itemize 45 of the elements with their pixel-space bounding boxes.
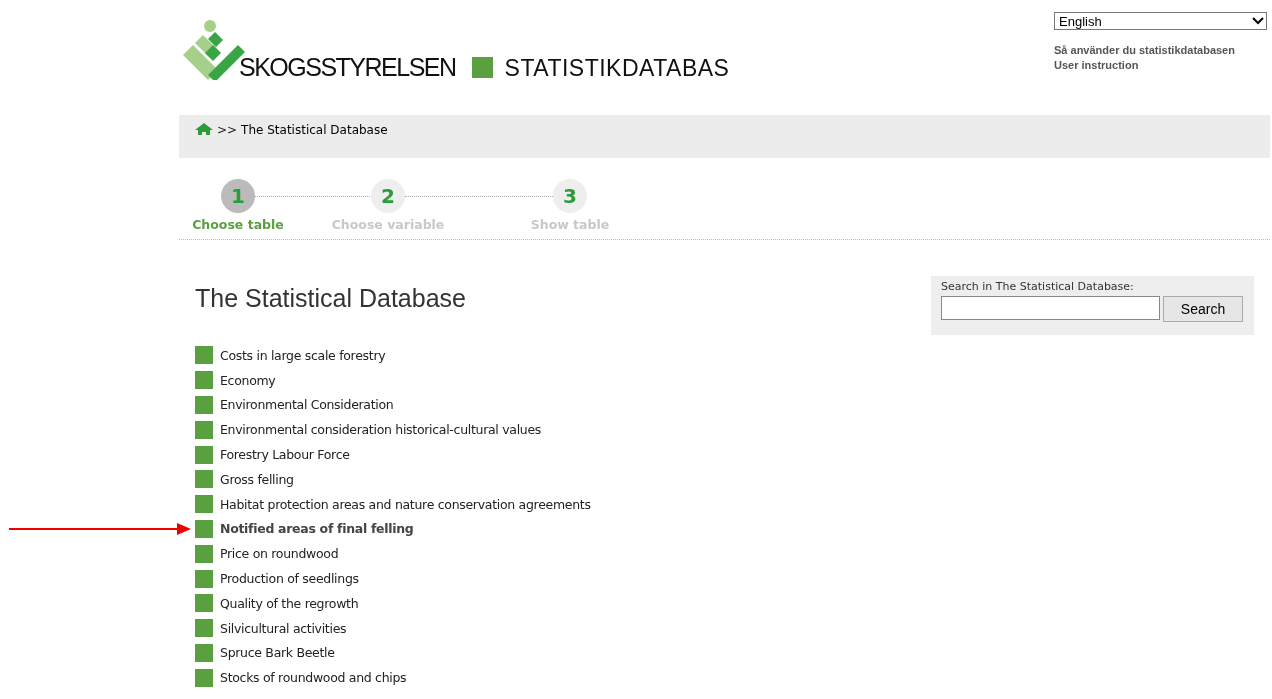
search-button[interactable]: Search <box>1163 296 1243 322</box>
language-select[interactable]: English <box>1054 12 1267 30</box>
bullet-icon <box>195 569 213 588</box>
bullet-icon <box>195 495 213 514</box>
table-link[interactable]: Quality of the regrowth <box>220 595 359 611</box>
table-link[interactable]: Notified areas of final felling <box>220 521 414 537</box>
bullet-icon <box>195 371 213 390</box>
bullet-icon <box>195 396 213 414</box>
help-link[interactable]: Så använder du statistikdatabasen <box>1054 44 1268 56</box>
table-link[interactable]: Production of seedlings <box>220 571 359 587</box>
search-label: Search in The Statistical Database: <box>941 280 1135 293</box>
step-number: 3 <box>553 179 587 213</box>
step-number: 2 <box>371 179 405 213</box>
table-link[interactable]: Spruce Bark Beetle <box>220 645 335 661</box>
help-link[interactable]: User instruction <box>1054 59 1268 71</box>
product-name: STATISTIKDATABAS <box>504 57 730 80</box>
brand-name: SKOGSSTYRELSEN <box>239 55 456 80</box>
search-field[interactable] <box>941 296 1160 320</box>
table-link[interactable]: Environmental consideration historical-cultural values <box>220 422 542 438</box>
step-number: 1 <box>221 179 255 213</box>
breadcrumb-separator: >> <box>217 123 238 137</box>
bullet-icon <box>195 594 213 613</box>
bullet-icon <box>195 643 213 662</box>
bullet-icon <box>195 519 213 538</box>
table-link[interactable]: Stocks of roundwood and chips <box>220 670 407 686</box>
bullet-icon <box>195 420 213 439</box>
table-link[interactable]: Silvicultural activities <box>220 620 347 636</box>
bullet-icon <box>195 445 213 464</box>
table-link[interactable]: Habitat protection areas and nature conservation agreements <box>220 496 591 512</box>
page-title: The Statistical Database <box>195 284 467 313</box>
bullet-icon <box>195 619 213 638</box>
chevron-icon <box>1252 17 1264 25</box>
home-icon[interactable] <box>195 123 213 135</box>
bullet-icon <box>195 346 213 365</box>
table-link[interactable]: Costs in large scale forestry <box>220 347 386 363</box>
table-link[interactable]: Forestry Labour Force <box>220 447 350 463</box>
square-icon <box>471 57 493 78</box>
table-link[interactable]: Gross felling <box>220 471 294 487</box>
bullet-icon <box>195 470 213 489</box>
table-link[interactable]: Environmental Consideration <box>220 397 394 413</box>
table-link[interactable]: Economy <box>220 372 276 388</box>
bullet-icon <box>195 668 213 687</box>
breadcrumb-current: The Statistical Database <box>241 123 388 137</box>
bullet-icon <box>195 544 213 563</box>
table-link[interactable]: Price on roundwood <box>220 546 339 562</box>
